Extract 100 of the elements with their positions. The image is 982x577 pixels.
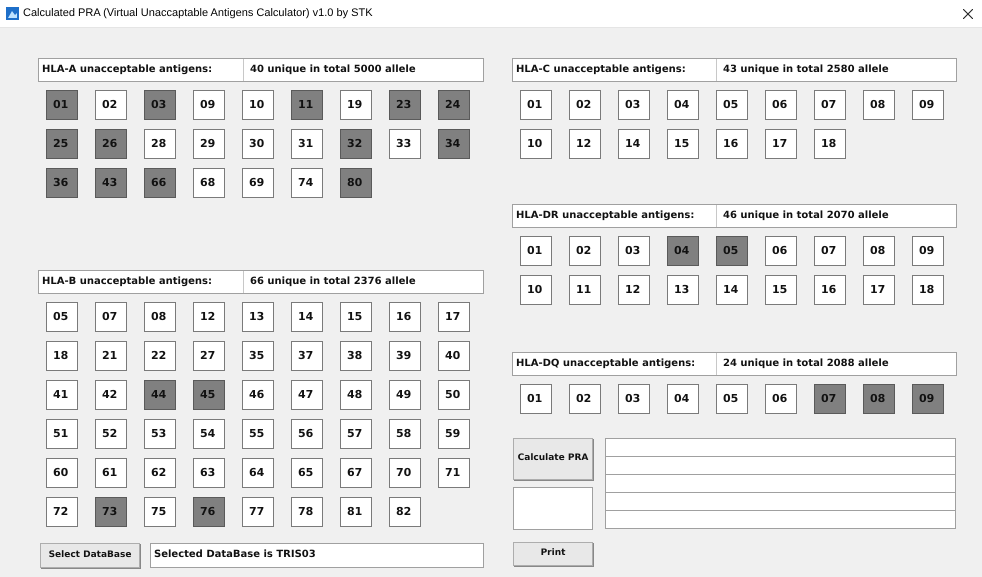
antigen-toggle[interactable]: 25	[46, 129, 78, 159]
antigen-toggle[interactable]: 51	[46, 419, 78, 449]
antigen-toggle[interactable]: 14	[291, 302, 323, 332]
antigen-toggle[interactable]: 03	[618, 384, 650, 414]
antigen-toggle[interactable]: 05	[716, 236, 748, 266]
antigen-toggle[interactable]: 11	[569, 275, 601, 305]
antigen-toggle[interactable]: 22	[144, 341, 176, 371]
antigen-toggle[interactable]: 56	[291, 419, 323, 449]
antigen-toggle[interactable]: 29	[193, 129, 225, 159]
antigen-toggle[interactable]: 40	[438, 341, 470, 371]
antigen-toggle[interactable]: 18	[46, 341, 78, 371]
antigen-toggle[interactable]: 82	[389, 497, 421, 527]
antigen-toggle[interactable]: 50	[438, 380, 470, 410]
antigen-toggle[interactable]: 67	[340, 458, 372, 488]
antigen-toggle[interactable]: 24	[438, 90, 470, 120]
antigen-toggle[interactable]: 09	[912, 384, 944, 414]
antigen-toggle[interactable]: 13	[242, 302, 274, 332]
antigen-toggle[interactable]: 09	[193, 90, 225, 120]
antigen-toggle[interactable]: 27	[193, 341, 225, 371]
antigen-toggle[interactable]: 07	[814, 236, 846, 266]
antigen-toggle[interactable]: 15	[667, 129, 699, 159]
antigen-toggle[interactable]: 12	[618, 275, 650, 305]
antigen-toggle[interactable]: 58	[389, 419, 421, 449]
antigen-toggle[interactable]: 17	[765, 129, 797, 159]
antigen-toggle[interactable]: 57	[340, 419, 372, 449]
antigen-toggle[interactable]: 10	[520, 275, 552, 305]
antigen-toggle[interactable]: 38	[340, 341, 372, 371]
antigen-toggle[interactable]: 62	[144, 458, 176, 488]
antigen-toggle[interactable]: 04	[667, 236, 699, 266]
antigen-toggle[interactable]: 28	[144, 129, 176, 159]
antigen-toggle[interactable]: 13	[667, 275, 699, 305]
antigen-toggle[interactable]: 02	[569, 90, 601, 120]
antigen-toggle[interactable]: 39	[389, 341, 421, 371]
antigen-toggle[interactable]: 74	[291, 168, 323, 198]
antigen-toggle[interactable]: 05	[46, 302, 78, 332]
antigen-toggle[interactable]: 06	[765, 90, 797, 120]
antigen-toggle[interactable]: 15	[340, 302, 372, 332]
antigen-toggle[interactable]: 05	[716, 384, 748, 414]
antigen-toggle[interactable]: 03	[618, 236, 650, 266]
antigen-toggle[interactable]: 03	[144, 90, 176, 120]
antigen-toggle[interactable]: 78	[291, 497, 323, 527]
antigen-toggle[interactable]: 18	[814, 129, 846, 159]
print-button[interactable]: Print	[513, 542, 593, 566]
antigen-toggle[interactable]: 10	[520, 129, 552, 159]
antigen-toggle[interactable]: 15	[765, 275, 797, 305]
antigen-toggle[interactable]: 07	[95, 302, 127, 332]
antigen-toggle[interactable]: 16	[389, 302, 421, 332]
antigen-toggle[interactable]: 16	[814, 275, 846, 305]
antigen-toggle[interactable]: 31	[291, 129, 323, 159]
antigen-toggle[interactable]: 19	[340, 90, 372, 120]
antigen-toggle[interactable]: 68	[193, 168, 225, 198]
antigen-toggle[interactable]: 45	[193, 380, 225, 410]
antigen-toggle[interactable]: 59	[438, 419, 470, 449]
antigen-toggle[interactable]: 53	[144, 419, 176, 449]
antigen-toggle[interactable]: 55	[242, 419, 274, 449]
antigen-toggle[interactable]: 48	[340, 380, 372, 410]
antigen-toggle[interactable]: 01	[46, 90, 78, 120]
antigen-toggle[interactable]: 33	[389, 129, 421, 159]
antigen-toggle[interactable]: 49	[389, 380, 421, 410]
antigen-toggle[interactable]: 69	[242, 168, 274, 198]
antigen-toggle[interactable]: 44	[144, 380, 176, 410]
antigen-toggle[interactable]: 21	[95, 341, 127, 371]
antigen-toggle[interactable]: 52	[95, 419, 127, 449]
antigen-toggle[interactable]: 54	[193, 419, 225, 449]
antigen-toggle[interactable]: 07	[814, 90, 846, 120]
antigen-toggle[interactable]: 12	[193, 302, 225, 332]
antigen-toggle[interactable]: 72	[46, 497, 78, 527]
antigen-toggle[interactable]: 47	[291, 380, 323, 410]
antigen-toggle[interactable]: 11	[291, 90, 323, 120]
antigen-toggle[interactable]: 08	[863, 384, 895, 414]
antigen-toggle[interactable]: 08	[144, 302, 176, 332]
antigen-toggle[interactable]: 65	[291, 458, 323, 488]
antigen-toggle[interactable]: 08	[863, 90, 895, 120]
antigen-toggle[interactable]: 60	[46, 458, 78, 488]
antigen-toggle[interactable]: 01	[520, 90, 552, 120]
antigen-toggle[interactable]: 01	[520, 384, 552, 414]
antigen-toggle[interactable]: 32	[340, 129, 372, 159]
antigen-toggle[interactable]: 77	[242, 497, 274, 527]
antigen-toggle[interactable]: 04	[667, 90, 699, 120]
antigen-toggle[interactable]: 70	[389, 458, 421, 488]
antigen-toggle[interactable]: 12	[569, 129, 601, 159]
close-icon[interactable]	[963, 8, 973, 18]
antigen-toggle[interactable]: 03	[618, 90, 650, 120]
antigen-toggle[interactable]: 23	[389, 90, 421, 120]
antigen-toggle[interactable]: 63	[193, 458, 225, 488]
calculate-button[interactable]: Calculate PRA	[513, 438, 593, 480]
antigen-toggle[interactable]: 37	[291, 341, 323, 371]
antigen-toggle[interactable]: 02	[95, 90, 127, 120]
antigen-toggle[interactable]: 30	[242, 129, 274, 159]
antigen-toggle[interactable]: 17	[863, 275, 895, 305]
antigen-toggle[interactable]: 66	[144, 168, 176, 198]
antigen-toggle[interactable]: 17	[438, 302, 470, 332]
antigen-toggle[interactable]: 41	[46, 380, 78, 410]
antigen-toggle[interactable]: 61	[95, 458, 127, 488]
antigen-toggle[interactable]: 26	[95, 129, 127, 159]
antigen-toggle[interactable]: 02	[569, 236, 601, 266]
antigen-toggle[interactable]: 80	[340, 168, 372, 198]
antigen-toggle[interactable]: 76	[193, 497, 225, 527]
antigen-toggle[interactable]: 18	[912, 275, 944, 305]
select-database-button[interactable]: Select DataBase	[40, 543, 140, 568]
